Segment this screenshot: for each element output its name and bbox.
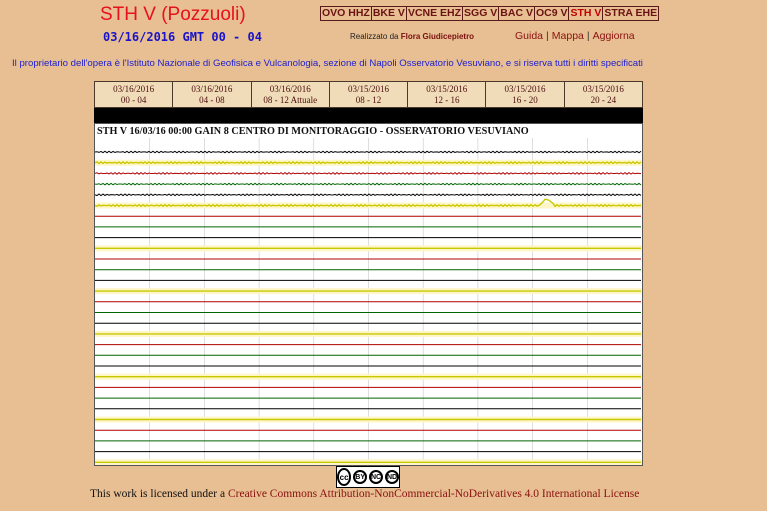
aggiorna-link[interactable]: Aggiorna [593,30,635,42]
tab-date: 03/16/2016 [113,84,155,94]
nav-links: Guida | Mappa | Aggiorna [515,30,635,42]
trace-line [95,171,642,175]
tab-date: 03/16/2016 [191,84,233,94]
tab-date: 03/15/2016 [582,84,624,94]
tab-date: 03/16/2016 [269,84,311,94]
plot-header: STH V 16/03/16 00:00 GAIN 8 CENTRO DI MO… [97,126,529,137]
credit-author: Flora Giudicepietro [400,32,475,41]
tab-0316-04-08[interactable]: 03/16/2016 04 - 08 [173,82,252,107]
guida-link[interactable]: Guida [515,30,543,42]
station-button-ovo[interactable]: OVO HHZ [320,6,372,21]
tab-range: 08 - 12 Attuale [263,95,318,105]
tab-0316-00-04[interactable]: 03/16/2016 00 - 04 [95,82,174,107]
tab-0315-12-16[interactable]: 03/15/2016 12 - 16 [408,82,487,107]
tab-date: 03/15/2016 [426,84,468,94]
station-button-vcne[interactable]: VCNE EHZ [405,6,464,21]
station-button-bac[interactable]: BAC V [498,6,535,21]
date-range-subtitle: 03/16/2016 GMT 00 - 04 [103,30,262,44]
tab-range: 12 - 16 [434,95,460,105]
plot-top-bar [94,108,643,123]
nd-icon: ND [385,470,399,484]
station-button-sgg[interactable]: SGG V [462,6,500,21]
nc-icon: NC [369,470,383,484]
seismogram-plot: STH V 16/03/16 00:00 GAIN 8 CENTRO DI MO… [94,123,643,466]
owner-notice: Il proprietario dell'opera è l'Istituto … [12,58,643,69]
tab-date: 03/15/2016 [504,84,546,94]
tab-range: 08 - 12 [355,95,382,105]
tab-range: 00 - 04 [120,95,147,105]
tab-0315-08-12[interactable]: 03/15/2016 08 - 12 [330,82,409,107]
trace-line [95,193,642,197]
page-title: STH V (Pozzuoli) [100,4,246,25]
station-selector: OVO HHZ BKE V VCNE EHZ SGG V BAC V OC9 V… [320,6,660,21]
nav-separator: | [586,30,590,42]
station-button-sth[interactable]: STH V [568,6,604,21]
credit-line: Realizzato da Flora Giudicepietro [350,32,474,41]
cc-license-badge[interactable]: cc BY NC ND [336,466,400,488]
mappa-link[interactable]: Mappa [552,30,584,42]
tab-0316-08-12[interactable]: 03/16/2016 08 - 12 Attuale [252,82,330,107]
station-button-oc9[interactable]: OC9 V [533,6,570,21]
by-icon: BY [353,470,367,484]
nav-separator: | [546,30,549,42]
trace-line [95,150,642,154]
license-prefix: This work is licensed under a [90,488,228,500]
station-button-bke[interactable]: BKE V [370,6,407,21]
credit-prefix: Realizzato da [350,32,399,41]
tab-0315-20-24[interactable]: 03/15/2016 20 - 24 [565,82,642,107]
tab-range: 20 - 24 [590,95,617,105]
cc-icon: cc [337,468,352,486]
license-link[interactable]: Creative Commons Attribution-NonCommerci… [228,488,639,500]
seismogram-traces [95,138,642,465]
license-text: This work is licensed under a Creative C… [90,488,639,500]
tab-range: 04 - 08 [199,95,225,105]
station-button-stra[interactable]: STRA EHE [602,6,660,21]
tab-0315-16-20[interactable]: 03/15/2016 16 - 20 [486,82,565,107]
tab-date: 03/15/2016 [347,84,389,94]
tab-range: 16 - 20 [512,95,538,105]
time-window-tabs: 03/16/2016 00 - 04 03/16/2016 04 - 08 03/1… [94,81,643,108]
trace-line [95,182,642,186]
